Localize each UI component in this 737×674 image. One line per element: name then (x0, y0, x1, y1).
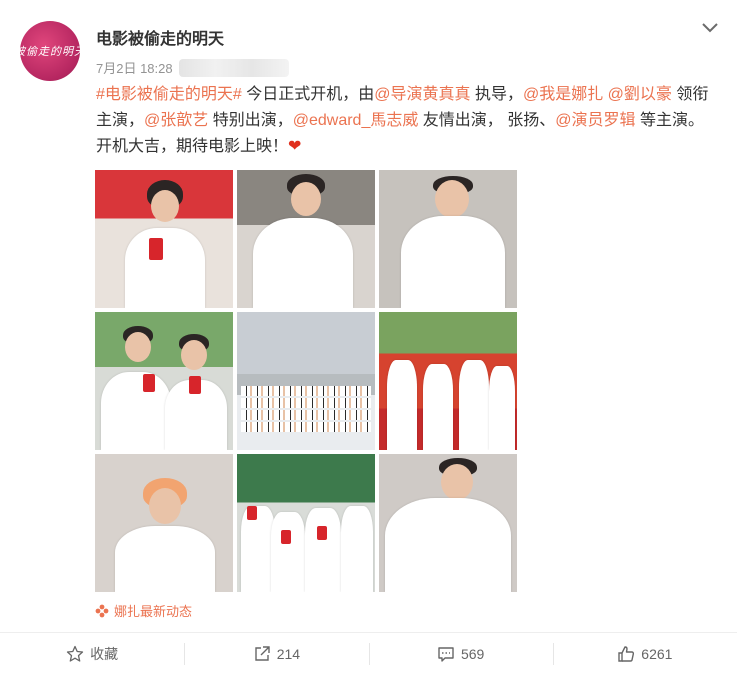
source-link[interactable]: 娜扎最新动态 (95, 601, 192, 620)
comment-icon (438, 646, 454, 662)
share-count: 214 (276, 645, 301, 662)
photo-6[interactable] (379, 312, 517, 450)
share-icon (254, 645, 270, 661)
text-segment: 执导， (470, 86, 523, 103)
comment-count: 569 (460, 645, 485, 662)
blurred-source (178, 58, 289, 77)
favorite-button[interactable]: 收藏 (0, 633, 184, 674)
avatar[interactable]: 被偷走的明天 (20, 21, 80, 81)
mention-naza[interactable]: @我是娜扎 (523, 86, 603, 103)
mention-liu-yihao[interactable]: @劉以豪 (608, 86, 672, 103)
photo-5[interactable] (237, 312, 375, 450)
text-segment: 友情出演， 张扬、 (418, 112, 556, 129)
mention-edward[interactable]: @edward_馬志威 (293, 112, 419, 129)
post-meta: 7月2日 18:28 (96, 58, 289, 77)
comment-button[interactable]: 569 (368, 633, 553, 674)
hashtag-link[interactable]: #电影被偷走的明天# (96, 86, 242, 103)
mention-director[interactable]: @导演黄真真 (374, 86, 470, 103)
heart-emoji: ❤ (288, 138, 302, 155)
photo-4[interactable] (95, 312, 233, 450)
share-button[interactable]: 214 (184, 633, 368, 674)
like-count: 6261 (641, 645, 673, 662)
star-icon (66, 645, 84, 662)
flower-icon (95, 604, 109, 617)
photo-1[interactable] (95, 170, 233, 308)
avatar-logo-text: 被偷走的明天 (20, 45, 80, 58)
weibo-post-card: 被偷走的明天 电影被偷走的明天 7月2日 18:28 #电影被偷走的明天# 今日… (0, 0, 737, 674)
mention-luo-ji[interactable]: @演员罗辑 (555, 112, 635, 129)
text-segment: 特别出演， (208, 112, 293, 129)
text-segment: 今日正式开机，由 (241, 86, 375, 103)
photo-3[interactable] (379, 170, 517, 308)
username[interactable]: 电影被偷走的明天 (96, 25, 224, 49)
post-timestamp[interactable]: 7月2日 18:28 (96, 58, 173, 77)
mention-zhang-xinyi[interactable]: @张歆艺 (144, 112, 208, 129)
photo-8[interactable] (237, 454, 375, 592)
photo-9[interactable] (379, 454, 517, 592)
photo-grid (95, 170, 517, 592)
favorite-label: 收藏 (90, 645, 119, 662)
thumbs-up-icon (618, 645, 635, 662)
chevron-down-icon[interactable] (701, 20, 719, 34)
photo-7[interactable] (95, 454, 233, 592)
photo-2[interactable] (237, 170, 375, 308)
like-button[interactable]: 6261 (552, 633, 737, 674)
source-label: 娜扎最新动态 (114, 604, 193, 619)
action-bar: 收藏 214 569 6261 (0, 632, 737, 674)
post-text: #电影被偷走的明天# 今日正式开机，由@导演黄真真 执导，@我是娜扎 @劉以豪 … (96, 82, 716, 160)
